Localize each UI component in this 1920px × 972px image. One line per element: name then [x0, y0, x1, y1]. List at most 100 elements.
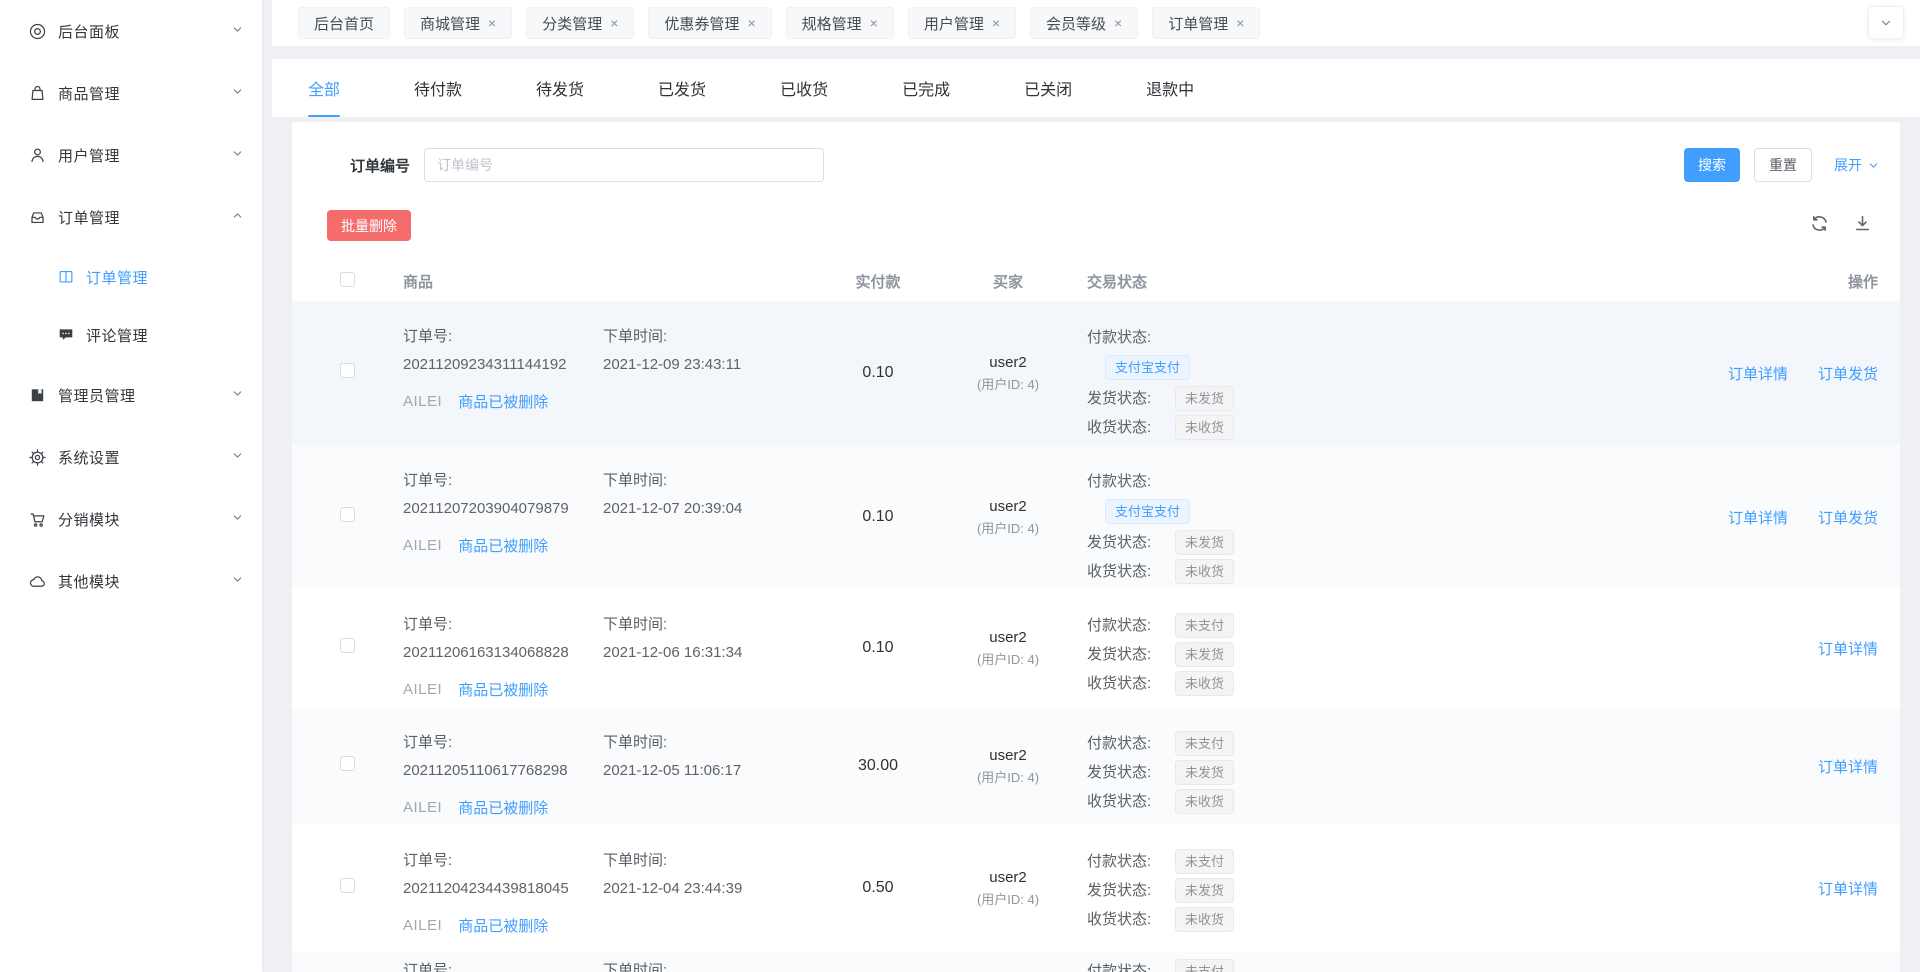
- expand-filters-link[interactable]: 展开: [1834, 155, 1880, 175]
- page-tab-coupon[interactable]: 优惠券管理×: [648, 7, 771, 39]
- download-icon[interactable]: [1852, 213, 1873, 239]
- ship-status-tag: 未发货: [1175, 760, 1234, 785]
- product-deleted-link[interactable]: 商品已被删除: [458, 391, 548, 412]
- goods-bag-icon: [28, 84, 47, 103]
- row-checkbox[interactable]: [340, 363, 355, 378]
- sidebar-item-label: 后台面板: [58, 21, 231, 42]
- order-time-label: 下单时间:: [603, 847, 813, 875]
- sidebar-item-orders[interactable]: 订单管理: [0, 186, 262, 248]
- select-all-checkbox[interactable]: [340, 272, 355, 287]
- page-tab-label: 后台首页: [314, 13, 374, 34]
- buyer-name: user2: [943, 626, 1073, 650]
- batch-delete-button[interactable]: 批量删除: [327, 210, 411, 241]
- paid-amount: 30.00: [813, 757, 943, 775]
- close-icon[interactable]: ×: [747, 16, 755, 30]
- status-tab-all[interactable]: 全部: [308, 59, 340, 117]
- pay-status-label: 付款状态:: [1087, 957, 1175, 972]
- pay-status-tag: 支付宝支付: [1105, 499, 1190, 524]
- ship-status-label: 发货状态:: [1087, 876, 1175, 905]
- sidebar-item-other[interactable]: 其他模块: [0, 550, 262, 612]
- tabs-dropdown-button[interactable]: [1868, 6, 1904, 39]
- page-tab-mall[interactable]: 商城管理×: [404, 7, 512, 39]
- pay-status-label: 付款状态:: [1087, 847, 1175, 876]
- page-tab-label: 会员等级: [1046, 13, 1106, 34]
- status-tab-refunding[interactable]: 退款中: [1146, 59, 1194, 117]
- status-tab-shipped[interactable]: 已发货: [658, 59, 706, 117]
- status-tab-completed[interactable]: 已完成: [902, 59, 950, 117]
- sidebar-item-label: 分销模块: [58, 509, 231, 530]
- sidebar-item-settings[interactable]: 系统设置: [0, 426, 262, 488]
- active-tab-underline: [308, 115, 340, 117]
- order-no-label: 订单号:: [403, 467, 603, 495]
- chevron-down-icon: [1867, 159, 1880, 172]
- product-deleted-link[interactable]: 商品已被删除: [458, 679, 548, 700]
- order-detail-link[interactable]: 订单详情: [1728, 510, 1788, 527]
- buyer-id: (用户ID: 4): [943, 375, 1073, 395]
- sidebar-item-distribution[interactable]: 分销模块: [0, 488, 262, 550]
- order-ship-link[interactable]: 订单发货: [1818, 510, 1878, 527]
- table-toolbar: 批量删除: [292, 210, 1900, 241]
- close-icon[interactable]: ×: [870, 16, 878, 30]
- product-deleted-link[interactable]: 商品已被删除: [458, 797, 548, 818]
- chevron-down-icon: [231, 23, 244, 40]
- status-tab-received[interactable]: 已收货: [780, 59, 828, 117]
- buyer-id: (用户ID: 4): [943, 650, 1073, 670]
- product-deleted-link[interactable]: 商品已被删除: [458, 535, 548, 556]
- paid-amount: 0.10: [813, 508, 943, 526]
- sidebar-subitem-comment-management[interactable]: 评论管理: [0, 306, 262, 364]
- close-icon[interactable]: ×: [1236, 16, 1244, 30]
- sidebar-item-goods[interactable]: 商品管理: [0, 62, 262, 124]
- order-detail-link[interactable]: 订单详情: [1818, 759, 1878, 776]
- sidebar-item-label: 管理员管理: [58, 385, 231, 406]
- sidebar-item-dashboard[interactable]: 后台面板: [0, 0, 262, 62]
- sidebar-item-label: 用户管理: [58, 145, 231, 166]
- table-row: 订单号: 20211204234439818045 AILEI商品已被删除 下单…: [292, 825, 1900, 951]
- page-tab-home[interactable]: 后台首页: [298, 7, 390, 39]
- order-detail-link[interactable]: 订单详情: [1728, 366, 1788, 383]
- table-row: 订单号: 20211209234311144192 AILEI商品已被删除 下单…: [292, 301, 1900, 445]
- table-header: 商品 实付款 买家 交易状态 操作: [292, 261, 1900, 301]
- col-header-status: 交易状态: [1087, 274, 1147, 291]
- reset-button[interactable]: 重置: [1754, 148, 1812, 182]
- pay-status-tag: 未支付: [1175, 613, 1234, 638]
- row-checkbox[interactable]: [340, 878, 355, 893]
- row-checkbox[interactable]: [340, 507, 355, 522]
- refresh-icon[interactable]: [1809, 213, 1830, 239]
- status-tab-pending-shipment[interactable]: 待发货: [536, 59, 584, 117]
- status-tab-pending-payment[interactable]: 待付款: [414, 59, 462, 117]
- expand-label: 展开: [1834, 155, 1862, 175]
- ship-status-tag: 未发货: [1175, 878, 1234, 903]
- order-detail-link[interactable]: 订单详情: [1818, 881, 1878, 898]
- row-checkbox[interactable]: [340, 638, 355, 653]
- ship-status-label: 发货状态:: [1087, 640, 1175, 669]
- row-checkbox[interactable]: [340, 756, 355, 771]
- search-actions: 搜索 重置 展开: [1684, 148, 1880, 182]
- ship-status-tag: 未发货: [1175, 642, 1234, 667]
- page-tab-member-level[interactable]: 会员等级 ×: [1030, 7, 1138, 39]
- sidebar-subitem-order-management[interactable]: 订单管理: [0, 248, 262, 306]
- sidebar-item-users[interactable]: 用户管理: [0, 124, 262, 186]
- buyer-name: user2: [943, 351, 1073, 375]
- product-deleted-link[interactable]: 商品已被删除: [458, 915, 548, 936]
- close-icon[interactable]: ×: [992, 16, 1000, 30]
- status-tab-closed[interactable]: 已关闭: [1024, 59, 1072, 117]
- close-icon[interactable]: ×: [1114, 16, 1122, 30]
- receive-status-tag: 未收货: [1175, 907, 1234, 932]
- page-tab-spec[interactable]: 规格管理×: [786, 7, 894, 39]
- close-icon[interactable]: ×: [610, 16, 618, 30]
- pay-status-tag: 未支付: [1175, 731, 1234, 756]
- close-icon[interactable]: ×: [488, 16, 496, 30]
- ship-status-tag: 未发货: [1175, 530, 1234, 555]
- order-box-icon: [28, 208, 47, 227]
- page-tab-order[interactable]: 订单管理×: [1152, 7, 1260, 39]
- order-time-value: 2021-12-04 23:44:39: [603, 875, 813, 903]
- order-ship-link[interactable]: 订单发货: [1818, 366, 1878, 383]
- sidebar-item-admins[interactable]: 管理员管理: [0, 364, 262, 426]
- page-tab-category[interactable]: 分类管理×: [526, 7, 634, 39]
- order-detail-link[interactable]: 订单详情: [1818, 641, 1878, 658]
- ship-status-label: 发货状态:: [1087, 528, 1175, 557]
- order-no-input[interactable]: [424, 148, 824, 182]
- page-tab-user[interactable]: 用户管理×: [908, 7, 1016, 39]
- buyer-name: user2: [943, 866, 1073, 890]
- search-button[interactable]: 搜索: [1684, 148, 1740, 182]
